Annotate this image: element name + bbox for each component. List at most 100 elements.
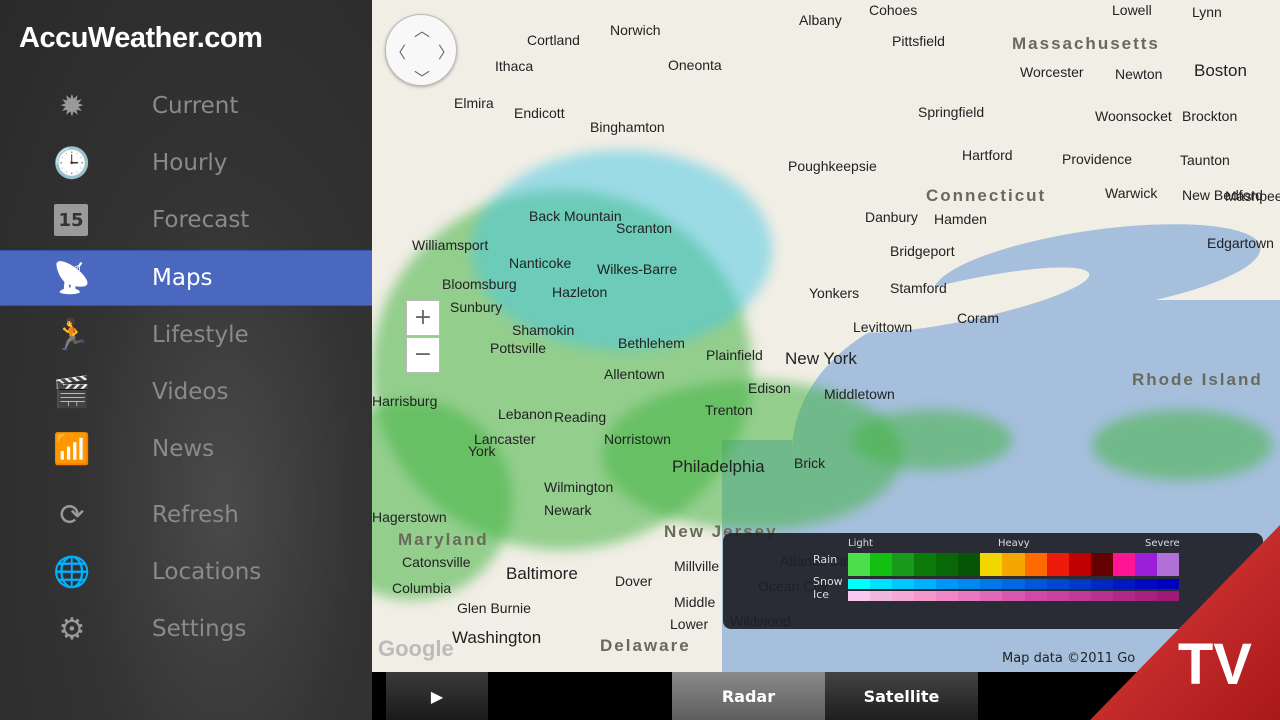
pan-right-icon[interactable]: 〉: [438, 39, 454, 63]
sidebar-item-settings[interactable]: ⚙ Settings: [0, 601, 372, 657]
pan-down-icon[interactable]: ﹀: [414, 65, 430, 89]
sidebar-item-label: Current: [152, 93, 239, 119]
sidebar-item-lifestyle[interactable]: 🏃 Lifestyle: [0, 307, 372, 363]
city-label: Washington: [452, 628, 542, 647]
city-label: Elmira: [454, 95, 494, 111]
city-label: Stamford: [890, 280, 947, 296]
play-button[interactable]: ▶: [386, 672, 488, 720]
legend-swatch: [1024, 553, 1047, 576]
pan-left-icon[interactable]: 〈: [390, 39, 406, 63]
city-label: Catonsville: [402, 554, 471, 570]
city-label: Wilmington: [544, 479, 614, 495]
sidebar-item-videos[interactable]: 🎬 Videos: [0, 364, 372, 420]
legend-swatch: [1112, 591, 1135, 601]
city-label: Danbury: [865, 209, 918, 225]
city-label: Harrisburg: [372, 393, 438, 409]
sidebar-item-hourly[interactable]: 🕒 Hourly: [0, 135, 372, 191]
city-label: Edgartown: [1207, 235, 1274, 251]
city-label: Edison: [748, 380, 791, 396]
sidebar-item-label: Refresh: [152, 502, 239, 528]
sun-icon: ✹: [59, 88, 85, 124]
city-label: Endicott: [514, 105, 565, 121]
city-label: Shamokin: [512, 322, 575, 338]
sidebar-item-label: Videos: [152, 379, 229, 405]
city-label: Williamsport: [412, 237, 489, 253]
legend-severe: Severe: [1145, 538, 1180, 549]
city-label: Back Mountain: [529, 208, 622, 224]
city-label: Providence: [1062, 151, 1133, 167]
legend-swatch: [914, 591, 937, 601]
runner-icon: 🏃: [53, 317, 91, 353]
legend-swatch: [1156, 591, 1179, 601]
city-label: Wilkes-Barre: [597, 261, 678, 277]
state-label: Connecticut: [926, 186, 1047, 205]
city-label: Columbia: [392, 580, 452, 596]
tab-satellite[interactable]: Satellite: [825, 672, 978, 720]
zoom-in-button[interactable]: +: [406, 300, 440, 336]
city-label: Glen Burnie: [457, 600, 531, 616]
legend-swatch: [1134, 553, 1157, 576]
refresh-icon: ⟳: [59, 497, 85, 533]
state-label: Maryland: [398, 530, 489, 549]
legend-swatch: [1090, 591, 1113, 601]
sidebar: AccuWeather.com ✹ Current 🕒 Hourly 15 Forecas…: [0, 0, 372, 720]
sidebar-item-maps[interactable]: 📡 Maps: [0, 250, 372, 306]
legend-swatch: [936, 591, 959, 601]
city-label: Bethlehem: [618, 335, 685, 351]
legend-swatch: [1134, 591, 1157, 601]
legend-swatch: [892, 579, 915, 589]
pan-up-icon[interactable]: ︿: [414, 17, 430, 41]
legend-swatch: [848, 553, 871, 576]
legend-swatch: [848, 579, 871, 589]
city-label: Scranton: [616, 220, 673, 236]
tab-radar[interactable]: Radar: [672, 672, 825, 720]
sidebar-item-forecast[interactable]: 15 Forecast: [0, 192, 372, 248]
legend-swatch: [870, 591, 893, 601]
city-label: Hamden: [934, 211, 987, 227]
city-label: Taunton: [1180, 152, 1230, 168]
sidebar-item-locations[interactable]: 🌐 Locations: [0, 544, 372, 600]
city-label: Binghamton: [590, 119, 665, 135]
city-label: Millville: [674, 558, 720, 574]
pan-control[interactable]: ︿ ﹀ 〈 〉: [385, 14, 457, 89]
play-icon: ▶: [430, 686, 444, 706]
legend-swatch: [914, 579, 937, 589]
precipitation-legend: Light Heavy Severe Rain Snow Ice: [723, 533, 1263, 629]
legend-swatch: [1112, 553, 1135, 576]
tv-badge-text: TV: [1177, 632, 1252, 697]
sidebar-item-news[interactable]: 📶 News: [0, 421, 372, 477]
legend-heavy: Heavy: [998, 538, 1030, 549]
sidebar-item-label: News: [152, 436, 215, 462]
legend-ice-label: Ice: [813, 588, 830, 601]
city-label: Lower: [670, 616, 709, 632]
city-label: Hagerstown: [372, 509, 447, 525]
city-label: Pittsfield: [892, 33, 945, 49]
legend-swatch: [914, 553, 937, 576]
rain-scale: [848, 553, 1179, 576]
city-label: Newton: [1115, 66, 1163, 82]
city-label: Pottsville: [490, 340, 547, 356]
legend-swatch: [1046, 553, 1069, 576]
city-label: Boston: [1194, 61, 1247, 80]
sidebar-item-current[interactable]: ✹ Current: [0, 78, 372, 134]
radar-echo: [852, 410, 1012, 470]
radar-echo: [1092, 410, 1272, 480]
city-label: Mashpee: [1225, 188, 1280, 204]
legend-swatch: [1090, 579, 1113, 589]
legend-swatch: [1002, 591, 1025, 601]
city-label: Brick: [794, 455, 826, 471]
state-label: Rhode Island: [1132, 370, 1263, 389]
clapperboard-icon: 🎬: [53, 374, 91, 410]
zoom-out-button[interactable]: −: [406, 337, 440, 373]
legend-swatch: [958, 591, 981, 601]
city-label: Middle: [674, 594, 716, 610]
city-label: Oneonta: [668, 57, 722, 73]
city-label: Worcester: [1020, 64, 1084, 80]
city-label: Allentown: [604, 366, 665, 382]
legend-swatch: [936, 579, 959, 589]
legend-light: Light: [848, 538, 873, 549]
sidebar-item-refresh[interactable]: ⟳ Refresh: [0, 487, 372, 543]
state-label: Massachusetts: [1012, 34, 1160, 53]
legend-swatch: [958, 553, 981, 576]
google-logo: Google: [378, 636, 454, 661]
